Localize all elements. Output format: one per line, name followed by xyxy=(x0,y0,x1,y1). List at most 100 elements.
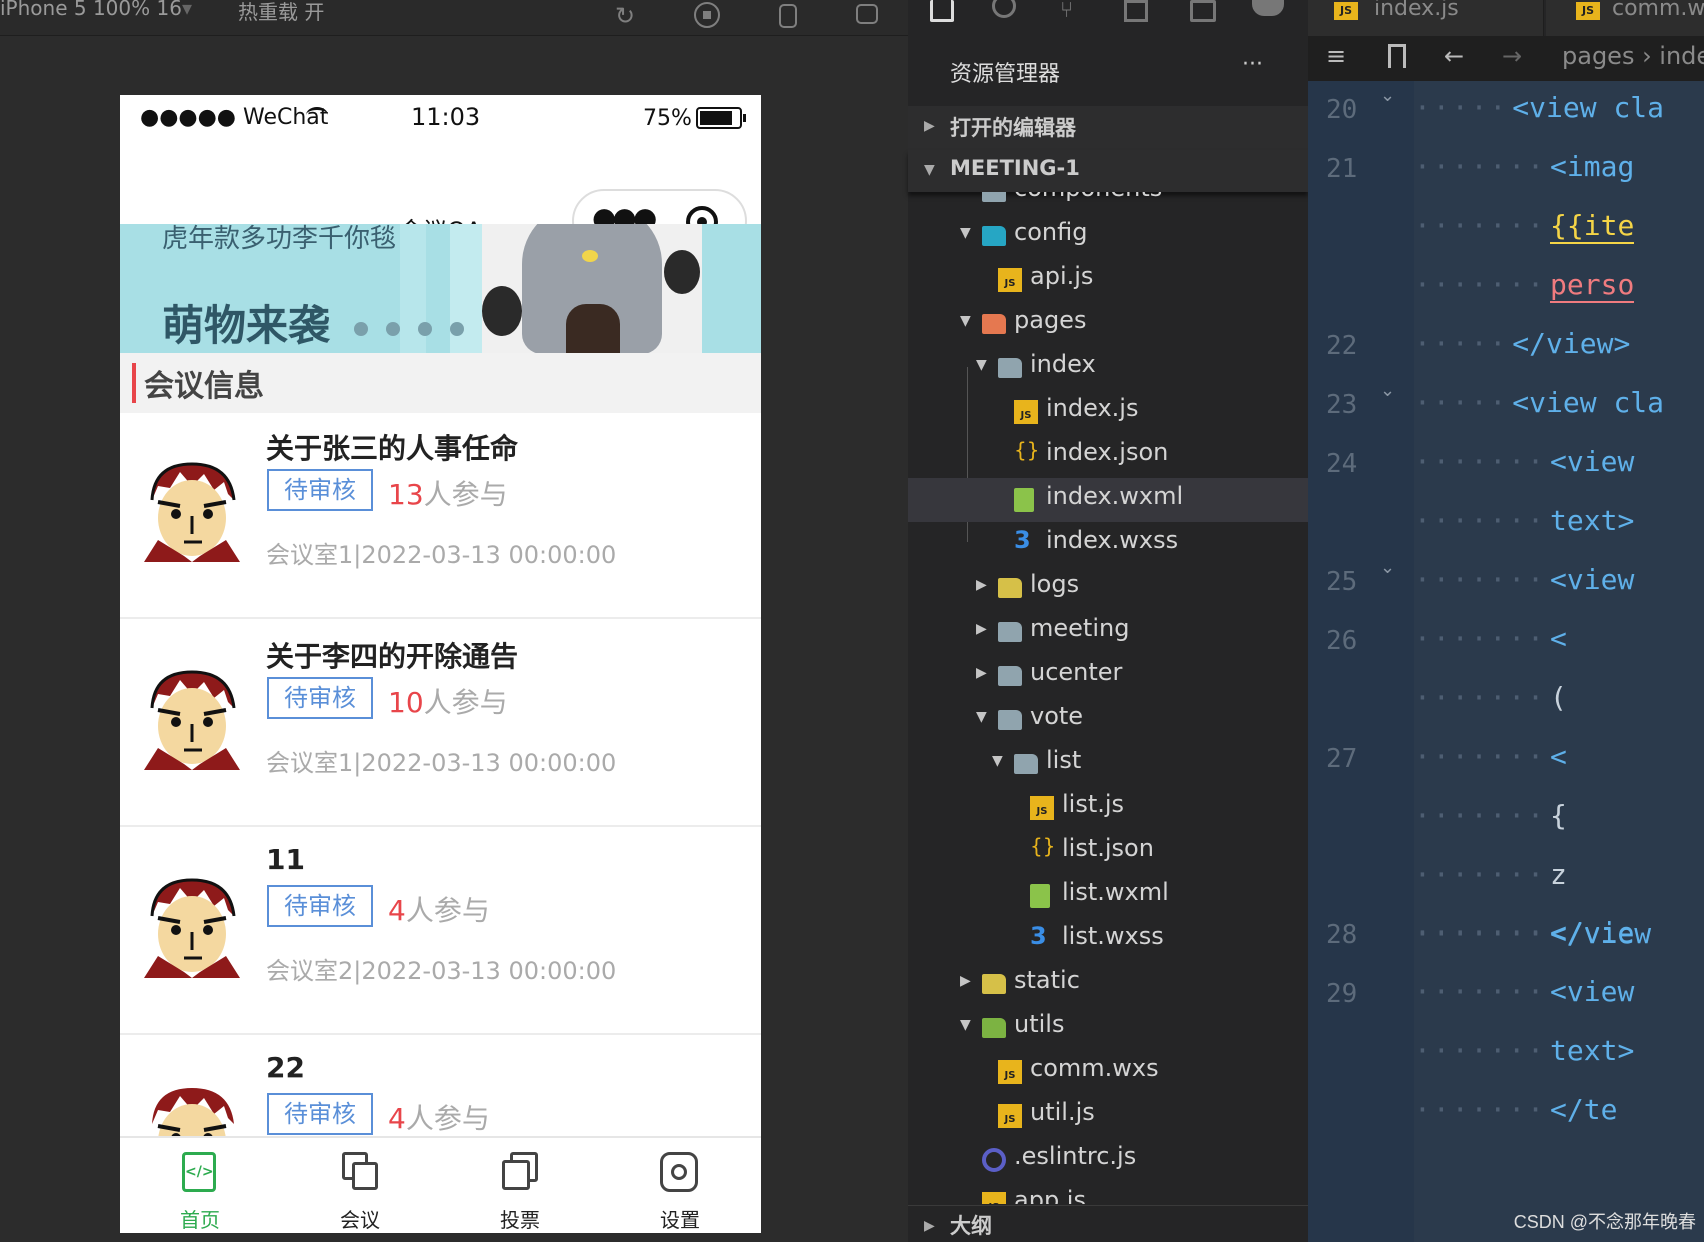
docker-icon[interactable] xyxy=(1252,0,1284,16)
tree-item-label: comm.wxs xyxy=(1030,1054,1159,1082)
swiper-dot[interactable] xyxy=(386,322,400,336)
chevron-down-icon[interactable]: ▼ xyxy=(960,225,971,241)
count-number: 13 xyxy=(388,478,424,511)
tree-item[interactable]: ▶ logs xyxy=(908,566,1308,610)
tree-item[interactable]: JS app.js xyxy=(908,1182,1308,1204)
swiper-dot[interactable] xyxy=(450,322,464,336)
device-selector[interactable]: iPhone 5 100% 16 xyxy=(0,0,182,20)
tree-item[interactable]: JS api.js xyxy=(908,258,1308,302)
meeting-item[interactable]: 关于李四的开除通告 待审核 10人参与 会议室1|2022-03-13 00:0… xyxy=(120,621,761,827)
breadcrumb[interactable]: pages › inde xyxy=(1562,42,1704,70)
phone-icon[interactable] xyxy=(779,4,797,28)
tree-item[interactable]: ▶ static xyxy=(908,962,1308,1006)
tab-settings[interactable]: 设置 xyxy=(600,1138,760,1233)
tree-item-label: app.js xyxy=(1014,1186,1086,1204)
outline-section[interactable]: ▶ 大纲 xyxy=(908,1205,1308,1242)
chevron-down-icon[interactable]: ▼ xyxy=(976,357,987,373)
save-icon[interactable] xyxy=(1190,0,1216,22)
tab-index-js[interactable]: JS index.js xyxy=(1308,0,1544,36)
chevron-right-icon[interactable]: ▶ xyxy=(976,621,987,637)
chevron-down-icon[interactable]: ▼ xyxy=(960,1017,971,1033)
tree-item-label: list.wxss xyxy=(1062,922,1164,950)
tree-item-label: vote xyxy=(1030,702,1084,730)
project-section[interactable]: ▼ MEETING-1 xyxy=(908,150,1308,192)
chevron-right-icon[interactable]: ▶ xyxy=(976,577,987,593)
settings-icon xyxy=(660,1152,698,1192)
chevron-down-icon[interactable]: ▼ xyxy=(960,313,971,329)
wxss-file-icon: 3 xyxy=(1030,922,1047,950)
extensions-icon[interactable] xyxy=(1124,0,1148,22)
chevron-down-icon[interactable]: ▼ xyxy=(992,753,1003,769)
participant-count: 10人参与 xyxy=(388,686,508,719)
bookmark-icon[interactable] xyxy=(1388,44,1406,68)
tree-item[interactable]: 3 index.wxss xyxy=(908,522,1308,566)
more-actions-icon[interactable]: ··· xyxy=(1242,52,1263,77)
chevron-right-icon[interactable]: ▶ xyxy=(976,665,987,681)
chevron-down-icon[interactable]: ▼ xyxy=(976,709,987,725)
count-number: 10 xyxy=(388,686,424,719)
tree-item[interactable]: 3 list.wxss xyxy=(908,918,1308,962)
tree-item[interactable]: JS comm.wxs xyxy=(908,1050,1308,1094)
tree-item[interactable]: JS util.js xyxy=(908,1094,1308,1138)
tree-item-label: api.js xyxy=(1030,262,1094,290)
section-accent xyxy=(132,363,136,403)
code-line: ······· <view xyxy=(1414,975,1635,1008)
meeting-item[interactable]: 关于张三的人事任命 待审核 13人参与 会议室1|2022-03-13 00:0… xyxy=(120,413,761,619)
code-area[interactable]: ····· <view cla ······· <imag ······· {{ite ··… xyxy=(1308,81,1704,1242)
swiper-dot[interactable] xyxy=(354,322,368,336)
back-arrow-icon[interactable]: ← xyxy=(1444,42,1464,70)
tree-item[interactable]: {} list.json xyxy=(908,830,1308,874)
tree-item[interactable]: {} index.json xyxy=(908,434,1308,478)
tree-item[interactable]: ▶ ucenter xyxy=(908,654,1308,698)
forward-arrow-icon[interactable]: → xyxy=(1502,42,1522,70)
tab-vote[interactable]: 投票 xyxy=(440,1138,600,1233)
banner-photo xyxy=(482,224,702,353)
tree-item[interactable]: ▶ meeting xyxy=(908,610,1308,654)
tree-item[interactable]: ▼ vote xyxy=(908,698,1308,742)
tree-item-label: list.js xyxy=(1062,790,1125,818)
folder-open-icon xyxy=(982,226,1006,246)
search-icon[interactable] xyxy=(992,0,1016,18)
tree-item[interactable]: index.wxml xyxy=(908,478,1308,522)
stop-icon[interactable] xyxy=(694,2,720,28)
tree-item[interactable]: JS list.js xyxy=(908,786,1308,830)
list-icon[interactable]: ≡ xyxy=(1326,42,1346,70)
tree-item[interactable]: ▼ utils xyxy=(908,1006,1308,1050)
files-icon[interactable] xyxy=(930,0,954,22)
tree-item[interactable]: .eslintrc.js xyxy=(908,1138,1308,1182)
tree-item[interactable]: list.wxml xyxy=(908,874,1308,918)
code-line: ······· </te xyxy=(1414,1093,1618,1126)
meeting-title: 关于张三的人事任命 xyxy=(266,432,519,465)
chevron-right-icon[interactable]: ▶ xyxy=(960,973,971,989)
js-file-icon: JS xyxy=(982,1192,1006,1204)
open-editors-section[interactable]: ▶ 打开的编辑器 xyxy=(908,106,1308,150)
tree-item[interactable]: ▼ list xyxy=(908,742,1308,786)
tree-item[interactable]: components xyxy=(908,192,1308,214)
source-control-icon[interactable]: ⑂ xyxy=(1060,0,1073,23)
meeting-item[interactable]: 11 待审核 4人参与 会议室2|2022-03-13 00:00:00 xyxy=(120,829,761,1035)
banner-swiper[interactable]: 虎年款多功李千你毯 萌物来袭 xyxy=(120,224,761,353)
tab-comm-wxs[interactable]: JS comm.w xyxy=(1546,0,1704,36)
tree-item[interactable]: ▼ pages xyxy=(908,302,1308,346)
meeting-title: 22 xyxy=(266,1051,305,1084)
participant-count: 4人参与 xyxy=(388,1102,490,1135)
tab-label: 设置 xyxy=(660,1208,700,1232)
tree-item[interactable]: JS index.js xyxy=(908,390,1308,434)
code-line: ······· perso xyxy=(1414,268,1635,303)
tab-home[interactable]: </> 首页 xyxy=(120,1138,280,1233)
code-line: ······· {{ite xyxy=(1414,209,1635,244)
tree-item[interactable]: ▼ config xyxy=(908,214,1308,258)
code-line: ······· < xyxy=(1414,622,1567,655)
explorer-title: 资源管理器 xyxy=(950,62,1061,87)
swiper-dot[interactable] xyxy=(418,322,432,336)
folder-icon xyxy=(982,974,1006,994)
tree-item-label: utils xyxy=(1014,1010,1065,1038)
status-bar: ●●●●● WeChat 11:03 75% xyxy=(120,95,761,141)
tree-item[interactable]: ▼ index xyxy=(908,346,1308,390)
hot-reload-toggle[interactable]: 热重载 开 xyxy=(238,0,324,25)
refresh-icon[interactable]: ↻ xyxy=(615,2,635,30)
window-icon[interactable] xyxy=(856,4,878,24)
code-line: ····· <view cla xyxy=(1414,386,1665,419)
tree-item-label: logs xyxy=(1030,570,1080,598)
tab-meeting[interactable]: 会议 xyxy=(280,1138,440,1233)
